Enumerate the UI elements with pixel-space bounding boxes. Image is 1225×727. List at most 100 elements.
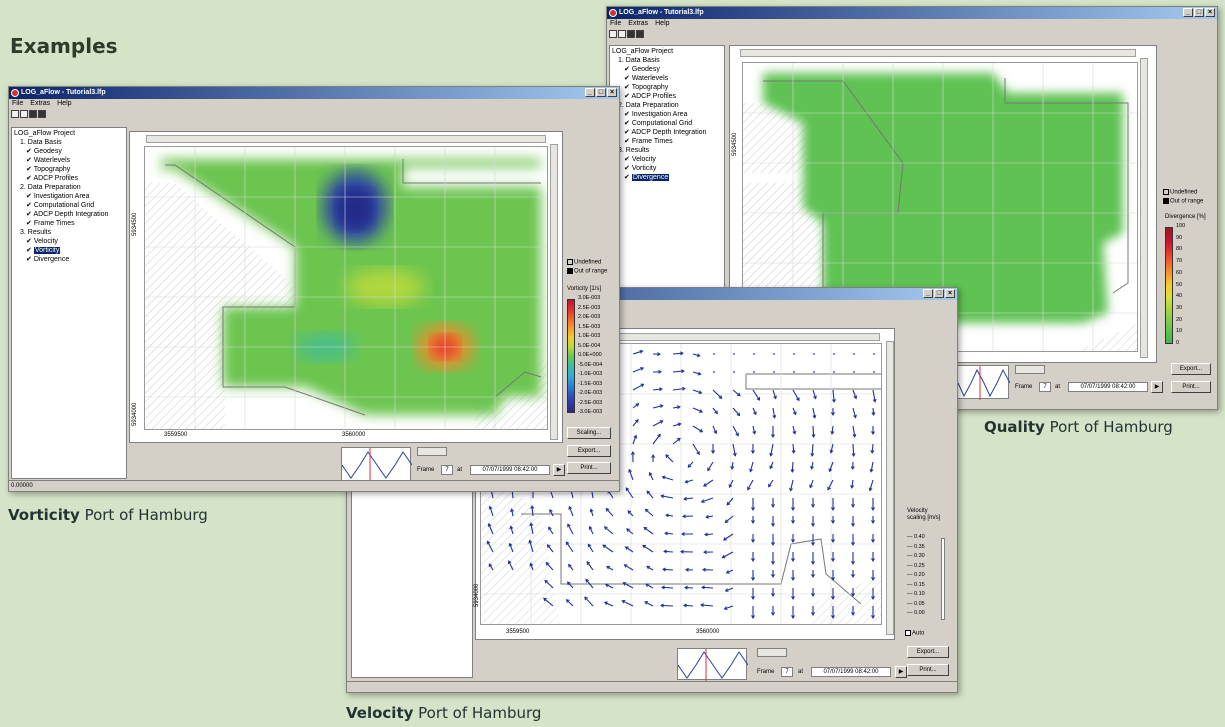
colorbar-tick-label: -2.0E-003 [578,390,603,396]
tree-section-1[interactable]: 1. Data Basis [14,138,124,147]
play-button[interactable]: ▶ [895,666,907,678]
open-icon[interactable] [618,30,626,38]
tree-root[interactable]: LOG_aFlow Project [612,47,722,56]
auto-checkbox[interactable]: Auto [905,630,924,637]
maximize-button[interactable]: □ [1194,8,1204,17]
close-button[interactable]: × [1205,8,1215,17]
colorbar-tick-label: -3.0E-003 [578,409,603,415]
tree-section-2[interactable]: 2. Data Preparation [14,183,124,192]
tree-item-depth[interactable]: ✔ ADCP Depth Integration [14,210,124,219]
tree-item-frames[interactable]: ✔ Frame Times [612,137,722,146]
print-button[interactable]: Print... [567,462,611,474]
horizontal-scrollbar[interactable] [146,135,546,143]
tree-item-vorticity[interactable]: ✔ Vorticity [612,164,722,173]
vertical-scrollbar[interactable] [1140,58,1148,358]
x-tick-label: 3560000 [342,432,366,438]
tide-mini-chart[interactable] [677,648,749,681]
tide-curve-svg [677,649,749,681]
tree-section-2[interactable]: 2. Data Preparation [612,101,722,110]
save-as-icon[interactable] [38,110,46,118]
tree-item-frames[interactable]: ✔ Frame Times [14,219,124,228]
tree-section-3[interactable]: 3. Results [612,146,722,155]
menu-help[interactable]: Help [655,19,669,29]
menu-extras[interactable]: Extras [628,19,648,29]
caption-vorticity: Vorticity Port of Hamburg [8,506,208,524]
title-bar[interactable]: LOG_aFlow - Tutorial3.lfp _ □ × [9,87,619,99]
velocity-scale-tick: — 0.40 [907,534,925,540]
tree-item-grid[interactable]: ✔ Computational Grid [612,119,722,128]
vorticity-map[interactable] [144,146,548,430]
export-button[interactable]: Export... [907,646,949,658]
play-button[interactable]: ▶ [553,464,565,476]
save-icon[interactable] [627,30,635,38]
tree-item-depth[interactable]: ✔ ADCP Depth Integration [612,128,722,137]
velocity-scale-title: Velocity scaling [m/s] [907,508,941,521]
caption-quality: Quality Port of Hamburg [984,418,1173,436]
colorbar-tick-label: -2.5E-003 [578,399,603,406]
tree-item-waterlevels[interactable]: ✔ Waterlevels [14,156,124,165]
play-button[interactable]: ▶ [1151,381,1163,393]
frame-field[interactable]: 7 [1039,382,1051,392]
scaling-button[interactable]: Scaling... [567,427,611,439]
minimize-button[interactable]: _ [585,88,595,97]
minimize-button[interactable]: _ [1183,8,1193,17]
menu-help[interactable]: Help [57,99,71,109]
print-button[interactable]: Print... [1171,381,1211,393]
minimize-button[interactable]: _ [923,289,933,298]
colorbar-tick-label: 90 [1176,234,1183,241]
title-bar[interactable]: LOG_aFlow - Tutorial3.lfp _ □ × [607,7,1217,19]
close-button[interactable]: × [945,289,955,298]
new-icon[interactable] [609,30,617,38]
new-icon[interactable] [11,110,19,118]
tree-section-3[interactable]: 3. Results [14,228,124,237]
tree-item-divergence[interactable]: ✔ Divergence [612,173,722,182]
tree-item-area[interactable]: ✔ Investigation Area [612,110,722,119]
frame-field[interactable]: 7 [781,667,793,677]
toolbar [9,109,619,119]
tree-item-topography[interactable]: ✔ Topography [612,83,722,92]
tree-section-1[interactable]: 1. Data Basis [612,56,722,65]
tide-curve-svg [341,448,413,482]
save-as-icon[interactable] [636,30,644,38]
tree-item-adcp[interactable]: ✔ ADCP Profiles [14,174,124,183]
tree-item-vorticity[interactable]: ✔ Vorticity [14,246,124,255]
tide-mini-chart[interactable] [341,447,413,482]
open-icon[interactable] [20,110,28,118]
maximize-button[interactable]: □ [596,88,606,97]
vertical-scrollbar[interactable] [550,144,558,440]
horizontal-scrollbar[interactable] [740,49,1136,57]
save-icon[interactable] [29,110,37,118]
export-button[interactable]: Export... [567,445,611,457]
colorbar-tick-label: 70 [1176,258,1183,265]
menu-extras[interactable]: Extras [30,99,50,109]
maximize-button[interactable]: □ [934,289,944,298]
tree-item-area[interactable]: ✔ Investigation Area [14,192,124,201]
print-button[interactable]: Print... [907,664,949,676]
menu-file[interactable]: File [12,99,23,109]
tree-root[interactable]: LOG_aFlow Project [14,129,124,138]
close-button[interactable]: × [607,88,617,97]
menu-file[interactable]: File [610,19,621,29]
velocity-scale-slider[interactable] [941,538,945,620]
x-tick-label: 3560000 [696,629,720,635]
tree-item-geodesy[interactable]: ✔ Geodesy [14,147,124,156]
colorbar-tick-label: -1.5E-003 [578,380,603,387]
tree-item-adcp[interactable]: ✔ ADCP Profiles [612,92,722,101]
tree-item-divergence[interactable]: ✔ Divergence [14,255,124,264]
tree-item-velocity[interactable]: ✔ Velocity [612,155,722,164]
time-slider[interactable] [1015,365,1045,374]
window-title: LOG_aFlow - Tutorial3.lfp [619,9,704,16]
frame-field[interactable]: 7 [441,465,453,475]
time-slider[interactable] [757,648,787,657]
tree-item-geodesy[interactable]: ✔ Geodesy [612,65,722,74]
tree-item-velocity[interactable]: ✔ Velocity [14,237,124,246]
tree-item-topography[interactable]: ✔ Topography [14,165,124,174]
vertical-scrollbar[interactable] [886,341,894,635]
colorbar-tick-label: 2.5E-003 [578,304,601,311]
export-button[interactable]: Export... [1171,363,1211,375]
velocity-scale-tick: — 0.10 [907,591,925,597]
tide-mini-chart[interactable] [957,365,1011,400]
tree-item-grid[interactable]: ✔ Computational Grid [14,201,124,210]
tree-item-waterlevels[interactable]: ✔ Waterlevels [612,74,722,83]
time-slider[interactable] [417,447,447,456]
